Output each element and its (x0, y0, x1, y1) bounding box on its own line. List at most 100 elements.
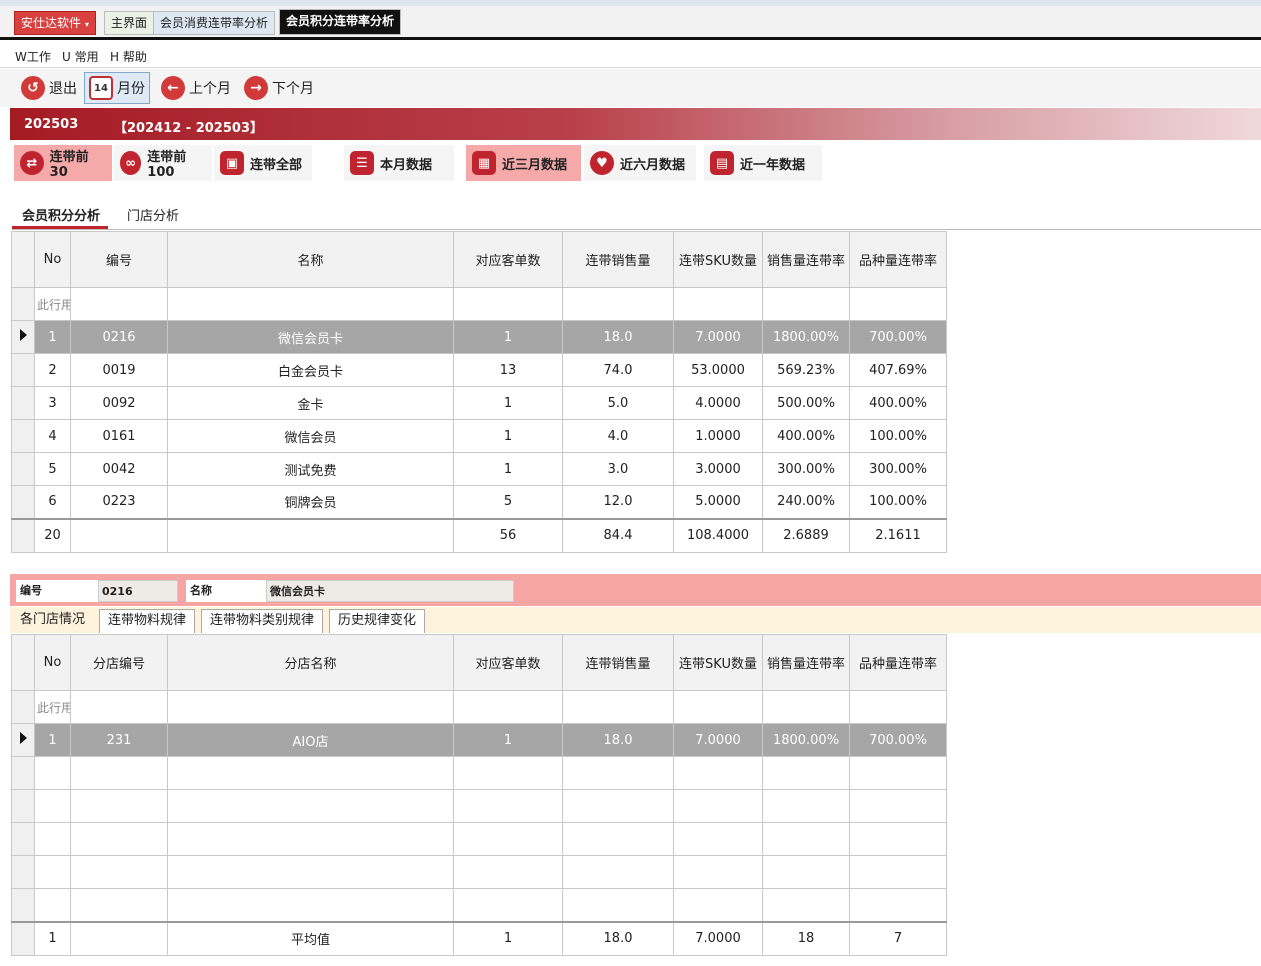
cell[interactable]: 0042 (70, 452, 168, 486)
cell[interactable]: 100.00% (849, 485, 947, 519)
cell[interactable]: 3.0000 (673, 452, 763, 486)
exit-button[interactable]: ↺ 退出 (17, 72, 81, 104)
cell[interactable]: 1 (34, 723, 71, 757)
filter-top30-button[interactable]: ⇄ 连带前30 (14, 145, 112, 181)
cell[interactable]: 1 (453, 320, 563, 354)
filter-cell[interactable] (762, 287, 850, 321)
cell[interactable]: 3.0 (562, 452, 674, 486)
table-row[interactable]: 3 0092 金卡 1 5.0 4.0000 500.00% 400.00% (11, 386, 947, 420)
cell[interactable]: 微信会员卡 (167, 320, 454, 354)
prev-month-button[interactable]: ← 上个月 (157, 72, 235, 104)
cell[interactable]: 7.0000 (673, 723, 763, 757)
filter-cell[interactable] (673, 690, 763, 724)
name-field[interactable]: 微信会员卡 (266, 580, 514, 602)
filter-cell[interactable] (453, 287, 563, 321)
column-header[interactable]: 名称 (167, 231, 454, 288)
cell[interactable]: 18.0 (562, 320, 674, 354)
cell[interactable]: 1 (453, 419, 563, 453)
column-header[interactable]: No (34, 231, 71, 288)
filter-cell[interactable] (167, 690, 454, 724)
column-header[interactable]: 连带销售量 (562, 634, 674, 691)
tab-material-category-pattern[interactable]: 连带物料类别规律 (201, 609, 324, 633)
filter-cell[interactable] (849, 287, 947, 321)
menu-work[interactable]: W工作 (15, 48, 51, 65)
cell[interactable]: 13 (453, 353, 563, 387)
cell[interactable]: 0019 (70, 353, 168, 387)
cell[interactable]: 1.0000 (673, 419, 763, 453)
table-row[interactable]: 1 0216 微信会员卡 1 18.0 7.0000 1800.00% 700.… (11, 320, 947, 354)
cell[interactable]: 6 (34, 485, 71, 519)
column-header[interactable]: 品种量连带率 (849, 634, 947, 691)
cell[interactable]: 2 (34, 353, 71, 387)
filter-cell[interactable] (562, 690, 674, 724)
cell[interactable]: 1800.00% (762, 320, 850, 354)
column-header[interactable]: 对应客单数 (453, 231, 563, 288)
filter-six-months-button[interactable]: ♥ 近六月数据 (584, 145, 696, 181)
filter-all-button[interactable]: ▣ 连带全部 (214, 145, 312, 181)
cell[interactable]: 0216 (70, 320, 168, 354)
filter-cell[interactable] (849, 690, 947, 724)
filter-cell[interactable] (70, 690, 168, 724)
filter-cell[interactable] (453, 690, 563, 724)
tab-consume-analysis[interactable]: 会员消费连带率分析 (153, 11, 276, 35)
cell[interactable]: 4.0 (562, 419, 674, 453)
filter-cell[interactable] (762, 690, 850, 724)
cell[interactable]: 4 (34, 419, 71, 453)
column-header[interactable]: 连带SKU数量 (673, 231, 763, 288)
cell[interactable]: 1 (453, 723, 563, 757)
subtab-store-analysis[interactable]: 门店分析 (127, 205, 179, 224)
subtab-points-analysis[interactable]: 会员积分分析 (22, 205, 100, 224)
tab-history-change[interactable]: 历史规律变化 (329, 609, 426, 633)
cell[interactable]: 3 (34, 386, 71, 420)
cell[interactable]: 1 (453, 386, 563, 420)
tab-material-pattern[interactable]: 连带物料规律 (99, 609, 196, 633)
tab-home[interactable]: 主界面 (104, 11, 155, 35)
filter-one-year-button[interactable]: ▤ 近一年数据 (704, 145, 822, 181)
tab-store-status[interactable]: 各门店情况 (12, 609, 93, 633)
cell[interactable]: 5 (34, 452, 71, 486)
cell[interactable]: 18.0 (562, 723, 674, 757)
cell[interactable]: 1800.00% (762, 723, 850, 757)
column-header[interactable]: No (34, 634, 71, 691)
cell[interactable]: 5 (453, 485, 563, 519)
cell[interactable]: 12.0 (562, 485, 674, 519)
cell[interactable]: 金卡 (167, 386, 454, 420)
cell[interactable]: AIO店 (167, 723, 454, 757)
cell[interactable]: 微信会员 (167, 419, 454, 453)
cell[interactable]: 4.0000 (673, 386, 763, 420)
tab-points-analysis[interactable]: 会员积分连带率分析 (279, 9, 402, 35)
cell[interactable]: 74.0 (562, 353, 674, 387)
table-row[interactable]: 1 231 AIO店 1 18.0 7.0000 1800.00% 700.00… (11, 723, 947, 757)
filter-three-months-button[interactable]: ▦ 近三月数据 (466, 145, 581, 181)
cell[interactable]: 100.00% (849, 419, 947, 453)
cell[interactable]: 0161 (70, 419, 168, 453)
cell[interactable]: 400.00% (762, 419, 850, 453)
cell[interactable]: 569.23% (762, 353, 850, 387)
cell[interactable]: 700.00% (849, 320, 947, 354)
column-header[interactable]: 连带SKU数量 (673, 634, 763, 691)
cell[interactable]: 700.00% (849, 723, 947, 757)
cell[interactable]: 0092 (70, 386, 168, 420)
filter-top100-button[interactable]: ∞ 连带前100 (114, 145, 212, 181)
cell[interactable]: 测试免费 (167, 452, 454, 486)
filter-cell[interactable] (167, 287, 454, 321)
column-header[interactable]: 销售量连带率 (762, 634, 850, 691)
column-header[interactable]: 编号 (70, 231, 168, 288)
column-header[interactable]: 分店名称 (167, 634, 454, 691)
table-row[interactable]: 4 0161 微信会员 1 4.0 1.0000 400.00% 100.00% (11, 419, 947, 453)
filter-cell[interactable] (673, 287, 763, 321)
cell[interactable]: 400.00% (849, 386, 947, 420)
cell[interactable]: 5.0 (562, 386, 674, 420)
cell[interactable]: 500.00% (762, 386, 850, 420)
cell[interactable]: 0223 (70, 485, 168, 519)
code-field[interactable]: 0216 (98, 580, 178, 602)
cell[interactable]: 1 (453, 452, 563, 486)
table-row[interactable]: 6 0223 铜牌会员 5 12.0 5.0000 240.00% 100.00… (11, 485, 947, 519)
filter-row-label[interactable]: 此行用 (34, 287, 71, 321)
cell[interactable]: 231 (70, 723, 168, 757)
cell[interactable]: 300.00% (849, 452, 947, 486)
cell[interactable]: 53.0000 (673, 353, 763, 387)
column-header[interactable]: 品种量连带率 (849, 231, 947, 288)
column-header[interactable]: 分店编号 (70, 634, 168, 691)
column-header[interactable]: 对应客单数 (453, 634, 563, 691)
